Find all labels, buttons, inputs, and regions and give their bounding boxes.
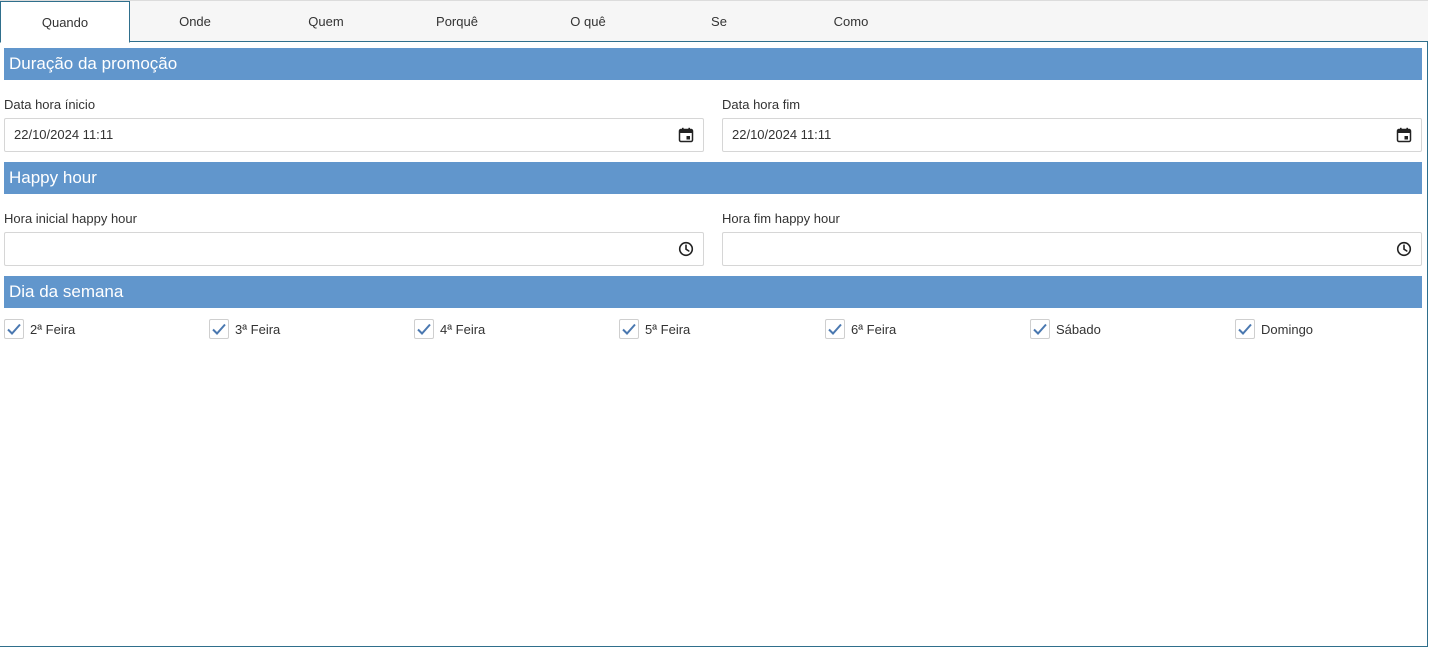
tab-quando[interactable]: Quando — [0, 1, 130, 43]
weekday-label: 6ª Feira — [851, 321, 897, 337]
weekday-checkbox-tuesday[interactable]: 3ª Feira — [209, 319, 280, 339]
checkbox[interactable] — [414, 319, 434, 339]
checkbox[interactable] — [1030, 319, 1050, 339]
happy-hour-end-input[interactable] — [722, 232, 1422, 266]
weekday-checkbox-friday[interactable]: 6ª Feira — [825, 319, 896, 339]
end-datetime-value: 22/10/2024 11:11 — [732, 127, 832, 142]
checkmark-icon — [622, 323, 636, 335]
weekday-checkbox-monday[interactable]: 2ª Feira — [4, 319, 75, 339]
checkmark-icon — [417, 323, 431, 335]
tab-o-que[interactable]: O quê — [523, 2, 653, 42]
section-header-happy-hour: Happy hour — [4, 162, 1422, 194]
checkbox[interactable] — [619, 319, 639, 339]
weekday-label: Domingo — [1261, 321, 1314, 337]
happy-hour-start-input[interactable] — [4, 232, 704, 266]
tab-se[interactable]: Se — [654, 2, 784, 42]
end-datetime-input[interactable]: 22/10/2024 11:11 — [722, 118, 1422, 152]
tab-porque[interactable]: Porquê — [392, 2, 522, 42]
checkbox[interactable] — [825, 319, 845, 339]
checkbox[interactable] — [1235, 319, 1255, 339]
weekday-label: Sábado — [1056, 321, 1101, 337]
weekday-checkbox-saturday[interactable]: Sábado — [1030, 319, 1101, 339]
calendar-icon[interactable] — [678, 127, 694, 143]
weekday-label: 3ª Feira — [235, 321, 281, 337]
weekday-label: 2ª Feira — [30, 321, 76, 337]
section-header-weekdays: Dia da semana — [4, 276, 1422, 308]
tab-bar: Quando Onde Quem Porquê O quê Se Como — [0, 0, 1428, 43]
clock-icon[interactable] — [1396, 241, 1412, 257]
weekday-checkbox-wednesday[interactable]: 4ª Feira — [414, 319, 485, 339]
checkmark-icon — [1033, 323, 1047, 335]
section-header-duration: Duração da promoção — [4, 48, 1422, 80]
weekday-label: 5ª Feira — [645, 321, 691, 337]
tab-onde[interactable]: Onde — [130, 2, 260, 42]
start-datetime-label: Data hora ínicio — [4, 97, 96, 112]
start-datetime-value: 22/10/2024 11:11 — [14, 127, 114, 142]
weekday-checkbox-thursday[interactable]: 5ª Feira — [619, 319, 690, 339]
checkmark-icon — [828, 323, 842, 335]
checkmark-icon — [7, 323, 21, 335]
weekday-checkbox-sunday[interactable]: Domingo — [1235, 319, 1313, 339]
end-datetime-label: Data hora fim — [722, 97, 801, 112]
checkmark-icon — [1238, 323, 1252, 335]
tab-como[interactable]: Como — [786, 2, 916, 42]
checkbox[interactable] — [209, 319, 229, 339]
happy-hour-end-label: Hora fim happy hour — [722, 211, 840, 226]
tab-quem[interactable]: Quem — [261, 2, 391, 42]
clock-icon[interactable] — [678, 241, 694, 257]
start-datetime-input[interactable]: 22/10/2024 11:11 — [4, 118, 704, 152]
happy-hour-start-label: Hora inicial happy hour — [4, 211, 137, 226]
weekday-label: 4ª Feira — [440, 321, 486, 337]
checkbox[interactable] — [4, 319, 24, 339]
checkmark-icon — [212, 323, 226, 335]
calendar-icon[interactable] — [1396, 127, 1412, 143]
